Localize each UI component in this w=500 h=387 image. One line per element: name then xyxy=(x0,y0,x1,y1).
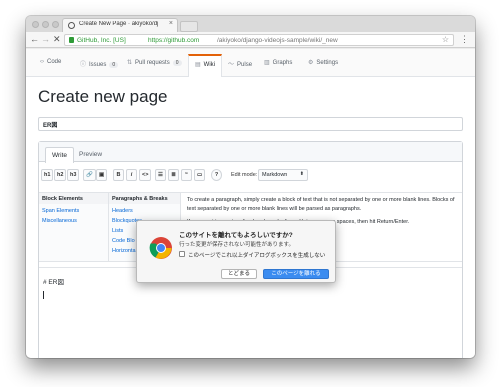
pull-requests-count: 0 xyxy=(172,60,182,66)
graph-icon: ▥ xyxy=(264,60,270,66)
page-title-input[interactable]: ER図 xyxy=(38,117,463,131)
markdown-toolbar: h1 h2 h3 🔗 ▣ B i <> ☰ ≣ “ ▭ ? Edit mode:… xyxy=(39,169,462,185)
dialog-title: このサイトを離れてもよろしいですか? xyxy=(179,232,293,239)
tab-pull-requests-label: Pull requests xyxy=(135,60,170,66)
page-content: ‹› Code ⓘ Issues 0 ⇅ Pull requests 0 ▤ Wiki 〜 P… xyxy=(26,49,475,358)
suppress-dialogs-checkbox[interactable] xyxy=(179,251,185,257)
suppress-dialogs-label[interactable]: このページでこれ以上ダイアログボックスを生成しない xyxy=(188,251,325,259)
pulse-icon: 〜 xyxy=(228,62,235,68)
back-icon[interactable]: ← xyxy=(30,34,39,44)
zoom-window-icon[interactable] xyxy=(52,21,59,28)
bold-button[interactable]: B xyxy=(113,169,124,181)
link-icon[interactable]: 🔗 xyxy=(83,169,96,181)
tab-write[interactable]: Write xyxy=(45,147,75,163)
issue-icon: ⓘ xyxy=(80,62,87,68)
forward-icon[interactable]: → xyxy=(41,34,50,44)
tab-settings[interactable]: ⚙ Settings xyxy=(308,59,338,77)
tab-pulse-label: Pulse xyxy=(237,62,253,68)
tab-close-icon[interactable]: × xyxy=(169,20,173,27)
address-bar[interactable]: GitHub, Inc. [US] https://github.com /ak… xyxy=(64,34,454,46)
url-host: https://github.com xyxy=(148,37,200,44)
tab-pulse[interactable]: 〜 Pulse xyxy=(228,59,252,77)
cheatsheet-category-block[interactable]: Block Elements xyxy=(39,193,108,204)
h1-button[interactable]: h1 xyxy=(41,169,54,181)
leave-page-dialog: このサイトを離れてもよろしいですか? 行った変更が保存されない可能性があります。… xyxy=(136,220,336,283)
tab-preview[interactable]: Preview xyxy=(73,147,108,163)
bullet-list-icon[interactable]: ☰ xyxy=(155,169,166,181)
browser-window: Create New Page · akiyoko/dj × ← → ✕ Git… xyxy=(26,16,475,358)
edit-mode-label: Edit mode: xyxy=(231,172,258,178)
issues-count: 0 xyxy=(109,62,119,68)
tab-strip: Create New Page · akiyoko/dj × xyxy=(26,16,475,32)
cheatsheet-topic-lists[interactable]: Lists xyxy=(112,228,123,234)
repo-nav: ‹› Code ⓘ Issues 0 ⇅ Pull requests 0 ▤ Wiki 〜 P… xyxy=(26,49,475,77)
browser-menu-icon[interactable]: ⋮ xyxy=(460,34,469,45)
tab-issues-label: Issues xyxy=(89,62,107,68)
browser-toolbar: ← → ✕ GitHub, Inc. [US] https://github.c… xyxy=(26,32,475,48)
tab-code-label: Code xyxy=(47,59,62,65)
cheatsheet-category-misc[interactable]: Miscellaneous xyxy=(42,218,77,224)
bookmark-star-icon[interactable]: ☆ xyxy=(442,35,449,44)
cheatsheet-categories: Block Elements Span Elements Miscellaneo… xyxy=(39,193,109,261)
cheatsheet-topic-code[interactable]: Code Blo xyxy=(112,238,135,244)
gear-icon: ⚙ xyxy=(308,60,314,66)
editor-tabs: Write Preview xyxy=(39,142,462,163)
book-icon: ▤ xyxy=(195,62,201,68)
numbered-list-icon[interactable]: ≣ xyxy=(168,169,179,181)
tab-wiki[interactable]: ▤ Wiki xyxy=(188,54,223,77)
dialog-message: 行った変更が保存されない可能性があります。 xyxy=(179,242,294,248)
cheatsheet-topic-horizontal[interactable]: Horizonta xyxy=(112,248,136,254)
stop-icon[interactable]: ✕ xyxy=(53,34,61,45)
tab-graphs-label: Graphs xyxy=(272,60,293,66)
cheatsheet-topic-paragraphs[interactable]: Paragraphs & Breaks xyxy=(109,193,180,204)
cheatsheet-topic-headers[interactable]: Headers xyxy=(112,208,133,214)
quote-icon[interactable]: “ xyxy=(181,169,192,181)
select-caret-icon: ⬍ xyxy=(299,171,304,177)
browser-tab[interactable]: Create New Page · akiyoko/dj × xyxy=(62,18,178,32)
h2-button[interactable]: h2 xyxy=(54,169,67,181)
h3-button[interactable]: h3 xyxy=(67,169,80,181)
close-window-icon[interactable] xyxy=(32,21,39,28)
text-cursor xyxy=(43,291,44,299)
stay-button[interactable]: とどまる xyxy=(221,269,257,279)
tab-settings-label: Settings xyxy=(316,60,339,66)
tab-code[interactable]: ‹› Code xyxy=(40,59,61,77)
url-path: /akiyoko/django-videojs-sample/wiki/_new xyxy=(217,37,338,44)
page-title: Create new page xyxy=(38,87,168,106)
cheatsheet-text-paragraph: To create a paragraph, simply create a b… xyxy=(187,197,455,212)
image-icon[interactable]: ▣ xyxy=(96,169,108,181)
cheatsheet-category-span[interactable]: Span Elements xyxy=(42,208,79,214)
tab-pull-requests[interactable]: ⇅ Pull requests 0 xyxy=(127,59,182,77)
edit-mode-select[interactable]: Markdown ⬍ xyxy=(258,169,308,181)
italic-button[interactable]: i xyxy=(126,169,137,181)
tab-title: Create New Page · akiyoko/dj xyxy=(79,21,159,27)
editor-content: # ER図 xyxy=(43,279,64,286)
ev-certificate-label: GitHub, Inc. [US] xyxy=(77,37,126,44)
pull-request-icon: ⇅ xyxy=(127,60,133,66)
help-icon[interactable]: ? xyxy=(211,169,222,181)
tab-issues[interactable]: ⓘ Issues 0 xyxy=(80,59,119,77)
github-favicon-icon xyxy=(68,22,75,29)
edit-mode-value: Markdown xyxy=(262,172,288,178)
minimize-window-icon[interactable] xyxy=(42,21,49,28)
code-icon: ‹› xyxy=(40,59,44,65)
tab-wiki-label: Wiki xyxy=(203,62,216,68)
tab-graphs[interactable]: ▥ Graphs xyxy=(264,59,292,77)
new-tab-button[interactable] xyxy=(180,21,198,32)
code-button[interactable]: <> xyxy=(139,169,152,181)
lock-icon xyxy=(69,37,74,43)
chrome-logo-icon xyxy=(149,237,172,259)
leave-page-button[interactable]: このページを離れる xyxy=(263,269,329,279)
horizontal-rule-icon[interactable]: ▭ xyxy=(194,169,206,181)
